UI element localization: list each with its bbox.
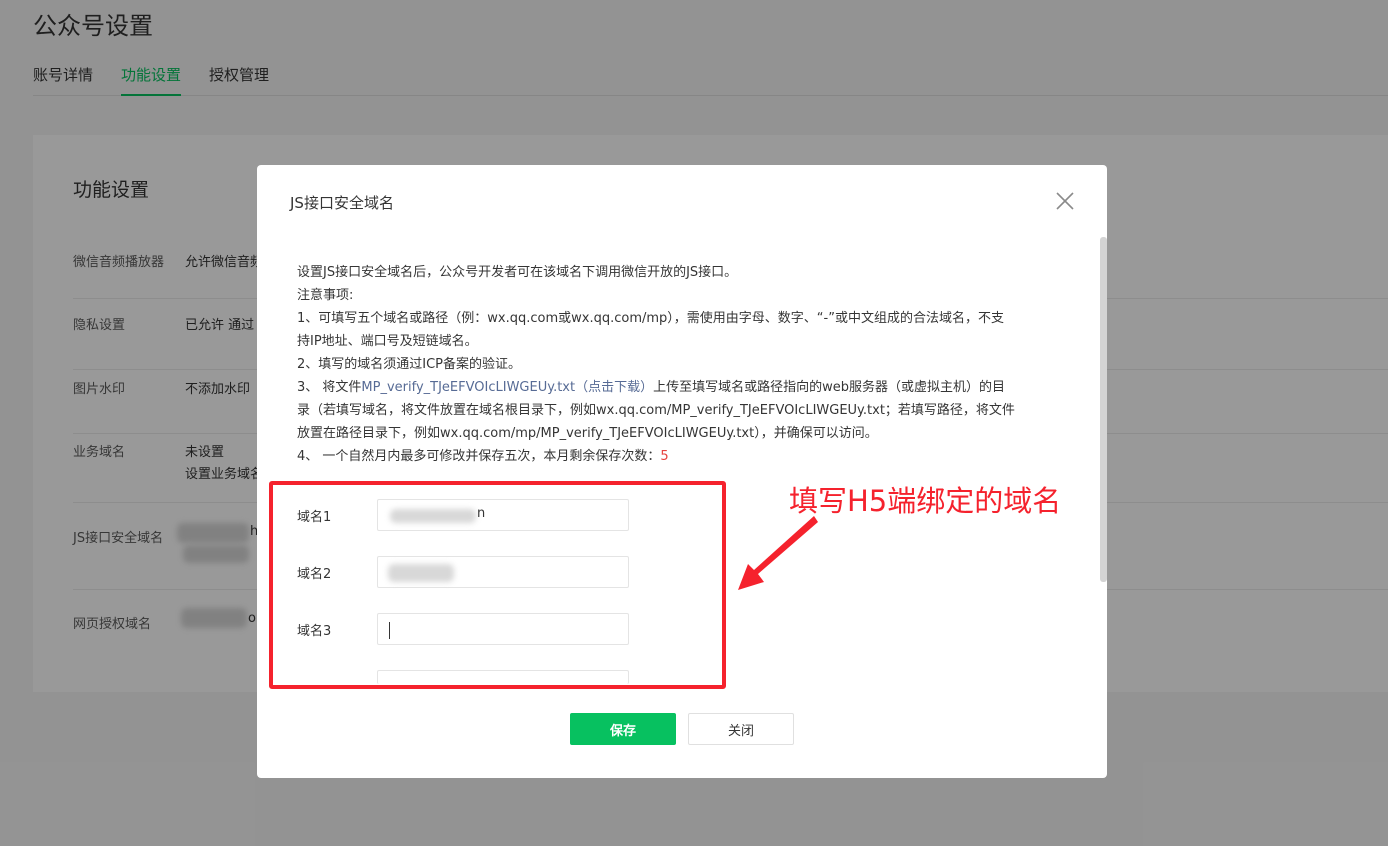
desc-text: 4、 一个自然月内最多可修改并保存五次，本月剩余保存次数： [297, 449, 661, 464]
desc-line: 设置JS接口安全域名后，公众号开发者可在该域名下调用微信开放的JS接口。 [297, 265, 738, 280]
desc-line: 录（若填写域名，将文件放置在域名根目录下，例如wx.qq.com/MP_veri… [297, 403, 1015, 418]
annotation-highlight-box [269, 481, 726, 689]
dialog-scrollbar[interactable] [1100, 237, 1107, 582]
desc-line: 放置在路径目录下，例如wx.qq.com/mp/MP_verify_TJeEFV… [297, 426, 878, 441]
close-icon[interactable] [1054, 190, 1076, 212]
dialog-description: 设置JS接口安全域名后，公众号开发者可在该域名下调用微信开放的JS接口。 注意事… [297, 261, 1067, 468]
desc-text: 上传至填写域名或路径指向的web服务器（或虚拟主机）的目 [653, 380, 1005, 395]
save-button[interactable]: 保存 [570, 713, 676, 745]
desc-line: 注意事项: [297, 288, 354, 303]
desc-line: 4、 一个自然月内最多可修改并保存五次，本月剩余保存次数：5 [297, 445, 1067, 468]
desc-line: 1、可填写五个域名或路径（例：wx.qq.com或wx.qq.com/mp），需… [297, 311, 1004, 326]
dialog-title: JS接口安全域名 [290, 194, 394, 212]
desc-text: 3、 将文件 [297, 380, 362, 395]
download-verify-file-link[interactable]: MP_verify_TJeEFVOIcLIWGEUy.txt（点击下载） [361, 380, 653, 395]
desc-line: 2、填写的域名须通过ICP备案的验证。 [297, 357, 522, 372]
remaining-saves-count: 5 [660, 449, 669, 464]
desc-line: 3、 将文件MP_verify_TJeEFVOIcLIWGEUy.txt（点击下… [297, 376, 1067, 399]
close-button[interactable]: 关闭 [688, 713, 794, 745]
annotation-arrow-icon [738, 516, 818, 590]
desc-line: 持IP地址、端口号及短链域名。 [297, 334, 478, 349]
